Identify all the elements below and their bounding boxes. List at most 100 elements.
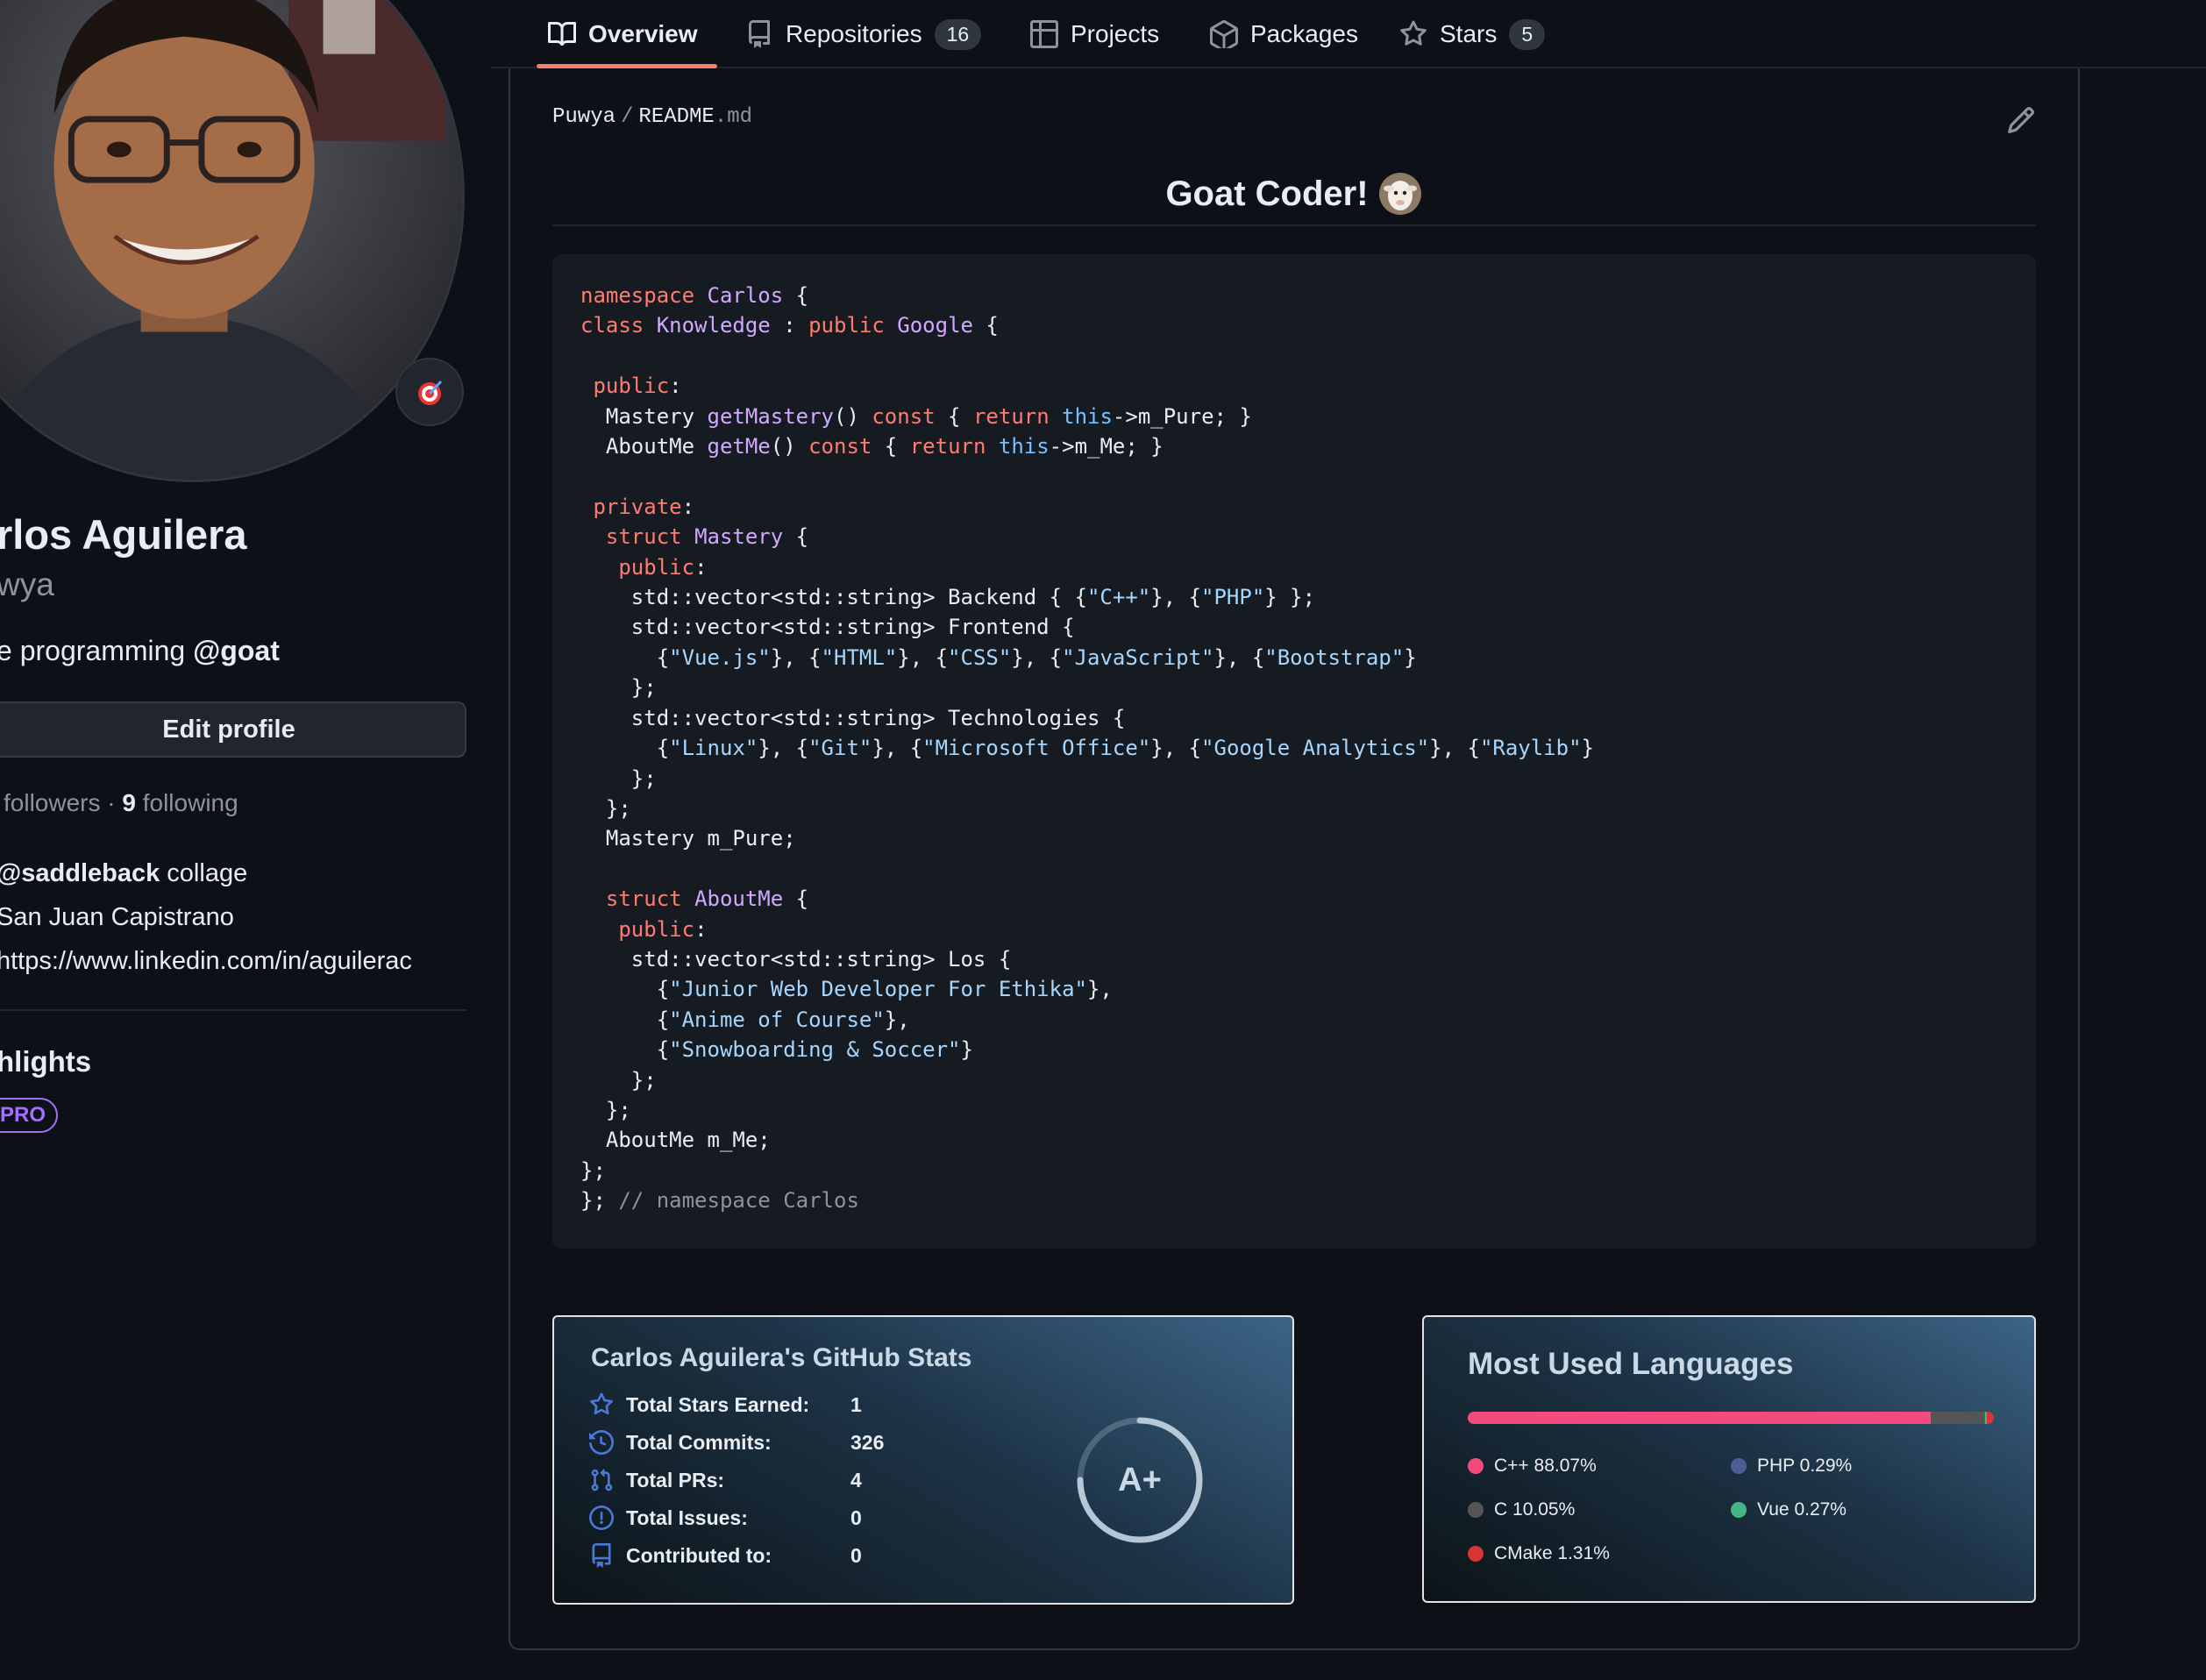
- bio-mention-link[interactable]: @goat: [193, 635, 280, 666]
- code-line: }; // namespace Carlos: [580, 1188, 859, 1214]
- code-content: namespace Carlos {class Knowledge : publ…: [580, 281, 1594, 1216]
- tab-projects-label: Projects: [1071, 20, 1160, 47]
- code-line: };: [580, 1067, 657, 1093]
- code-line: {"Vue.js"}, {"HTML"}, {"CSS"}, {"JavaScr…: [580, 644, 1417, 670]
- bio-text: e programming: [0, 635, 194, 666]
- language-percent: 10.05%: [1512, 1499, 1576, 1520]
- tab-projects[interactable]: Projects: [1030, 0, 1159, 68]
- language-color-dot: [1468, 1502, 1484, 1518]
- stat-label: Contributed to:: [626, 1543, 772, 1567]
- following-label[interactable]: following: [136, 789, 238, 816]
- status-target-icon[interactable]: [395, 358, 464, 426]
- code-line: {"Snowboarding & Soccer"}: [580, 1037, 973, 1063]
- stat-value: 326: [850, 1430, 885, 1454]
- code-line: public:: [618, 554, 708, 580]
- tab-stars-label: Stars: [1440, 20, 1498, 47]
- tab-stars[interactable]: Stars 5: [1399, 0, 1546, 68]
- book-icon: [548, 21, 576, 46]
- language-item-cmake: CMake 1.31%: [1468, 1543, 1610, 1564]
- stat-label: Total Stars Earned:: [626, 1392, 810, 1416]
- stat-row-commits: Total Commits: 326: [589, 1425, 884, 1460]
- language-name: Vue: [1757, 1499, 1790, 1520]
- language-percent: 1.31%: [1557, 1543, 1610, 1563]
- language-item-vue: Vue 0.27%: [1731, 1499, 1847, 1520]
- language-percent: 88.07%: [1534, 1456, 1597, 1476]
- repo-icon: [749, 20, 770, 48]
- tab-repositories-label: Repositories: [786, 20, 922, 47]
- stat-value: 0: [850, 1506, 862, 1529]
- tab-overview[interactable]: Overview: [548, 0, 698, 68]
- profile-tab-nav: Overview Repositories 16 Projects Packag…: [491, 0, 2206, 68]
- pull-request-icon: [591, 1469, 613, 1491]
- code-line: {"Junior Web Developer For Ethika"},: [580, 977, 1113, 1002]
- language-percent: 0.29%: [1799, 1456, 1853, 1476]
- stat-value: 0: [850, 1543, 862, 1567]
- profile-name: rlos Aguilera: [0, 511, 247, 558]
- code-block: namespace Carlos {class Knowledge : publ…: [552, 254, 2036, 1249]
- star-icon: [590, 1392, 613, 1415]
- code-line: std::vector<std::string> Los {: [580, 946, 1012, 972]
- follow-counts: followers · 9 following: [4, 789, 238, 817]
- readme-heading: Goat Coder!: [552, 163, 2036, 224]
- table-icon: [1030, 20, 1058, 48]
- tab-packages[interactable]: Packages: [1210, 0, 1358, 68]
- avatar[interactable]: [0, 0, 465, 482]
- issue-icon: [589, 1506, 614, 1530]
- language-item-c: C 10.05%: [1468, 1499, 1575, 1520]
- stat-label: Total Commits:: [626, 1430, 772, 1454]
- language-item-php: PHP 0.29%: [1731, 1456, 1852, 1477]
- profile-location: San Juan Capistrano: [0, 903, 234, 931]
- languages-card-title: Most Used Languages: [1468, 1347, 1794, 1381]
- edit-profile-button[interactable]: Edit profile: [0, 701, 466, 758]
- language-color-dot: [1731, 1458, 1747, 1474]
- readme-file-name[interactable]: README: [638, 105, 714, 129]
- code-line: struct AboutMe {: [605, 886, 809, 912]
- code-line: };: [580, 1097, 631, 1122]
- code-line: };: [580, 795, 631, 821]
- pro-badge[interactable]: PRO: [0, 1098, 59, 1133]
- following-count[interactable]: 9: [122, 789, 136, 816]
- code-line: public:: [593, 374, 682, 399]
- code-line: namespace Carlos {: [580, 283, 809, 308]
- stat-row-issues: Total Issues: 0: [589, 1500, 862, 1535]
- org-text: collage: [160, 859, 248, 887]
- stat-row-prs: Total PRs: 4: [589, 1463, 862, 1498]
- stat-row-stars: Total Stars Earned: 1: [589, 1387, 862, 1422]
- stat-row-contributed: Contributed to: 0: [589, 1538, 862, 1573]
- profile-sidebar: rlos Aguilera wya e programming @goat Ed…: [0, 0, 491, 1680]
- stat-value: 4: [850, 1468, 862, 1491]
- code-line: std::vector<std::string> Frontend {: [580, 615, 1075, 640]
- tab-overview-label: Overview: [588, 20, 698, 47]
- goat-emoji-icon: [1378, 173, 1421, 215]
- language-bar-segment: [1468, 1412, 1932, 1424]
- sidebar-divider: [0, 1009, 466, 1011]
- code-line: Mastery getMastery() const { return this…: [580, 403, 1252, 429]
- tab-repositories[interactable]: Repositories 16: [745, 0, 982, 68]
- readme-title: Goat Coder!: [1165, 174, 1369, 213]
- github-stats-card[interactable]: Carlos Aguilera's GitHub Stats Total Sta…: [552, 1315, 1294, 1605]
- code-line: };: [580, 1157, 606, 1183]
- history-icon: [589, 1430, 614, 1455]
- language-name: PHP: [1757, 1456, 1795, 1476]
- pencil-icon[interactable]: [2006, 105, 2036, 135]
- stat-label: Total PRs:: [626, 1468, 725, 1491]
- language-percent: 0.27%: [1794, 1499, 1847, 1520]
- code-line: std::vector<std::string> Technologies {: [580, 705, 1126, 730]
- language-color-dot: [1468, 1546, 1484, 1562]
- readme-owner-link[interactable]: Puwya: [552, 105, 616, 129]
- code-line: std::vector<std::string> Backend { {"C++…: [580, 585, 1316, 610]
- language-bar-segment: [1987, 1412, 1994, 1424]
- stat-label: Total Issues:: [626, 1506, 748, 1529]
- code-line: Mastery m_Pure;: [580, 826, 796, 851]
- top-languages-card[interactable]: Most Used Languages C++ 88.07% PHP 0.29%…: [1422, 1315, 2036, 1603]
- profile-organization: @saddleback collage: [0, 859, 247, 888]
- org-mention-link[interactable]: @saddleback: [0, 859, 160, 887]
- stats-card-title: Carlos Aguilera's GitHub Stats: [591, 1343, 972, 1372]
- followers-link[interactable]: followers ·: [4, 789, 122, 816]
- profile-website-link[interactable]: https://www.linkedin.com/in/aguilerac: [0, 947, 412, 976]
- languages-progress-bar: [1468, 1412, 1994, 1424]
- code-line: };: [580, 765, 657, 791]
